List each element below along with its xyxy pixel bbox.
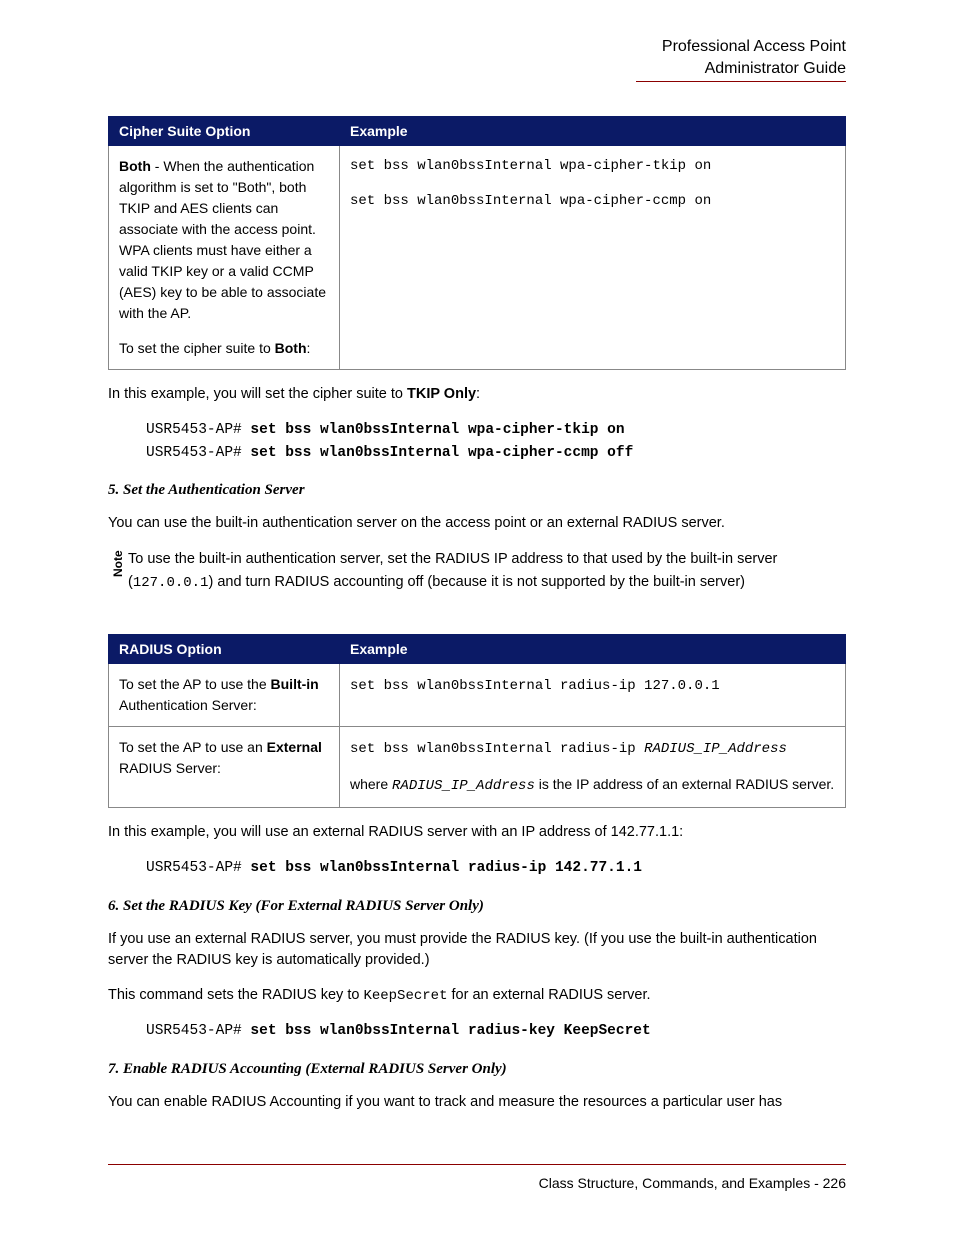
t2r2-bold: External bbox=[267, 739, 322, 755]
para-radius-key: If you use an external RADIUS server, yo… bbox=[108, 929, 846, 971]
t2r2-code-pre: set bss wlan0bssInternal radius-ip bbox=[350, 741, 644, 757]
t2r2-note-post: is the IP address of an external RADIUS … bbox=[535, 776, 834, 792]
cipher-set-bold: Both bbox=[275, 340, 307, 356]
cb3-prompt: USR5453-AP# bbox=[146, 1023, 250, 1039]
heading-5: 5. Set the Authentication Server bbox=[108, 482, 846, 499]
heading-6: 6. Set the RADIUS Key (For External RADI… bbox=[108, 898, 846, 915]
heading-7: 7. Enable RADIUS Accounting (External RA… bbox=[108, 1061, 846, 1078]
note-block: Note To use the built-in authentication … bbox=[108, 548, 846, 594]
table1-cell-desc: Both - When the authentication algorithm… bbox=[109, 146, 340, 370]
cipher-set-pre: To set the cipher suite to bbox=[119, 340, 275, 356]
cipher-both-bold: Both bbox=[119, 158, 151, 174]
cipher-both-desc: - When the authentication algorithm is s… bbox=[119, 158, 326, 321]
cb3-cmd: set bss wlan0bssInternal radius-key Keep… bbox=[250, 1023, 650, 1039]
radius-option-table: RADIUS Option Example To set the AP to u… bbox=[108, 634, 846, 808]
para-radius-accounting: You can enable RADIUS Accounting if you … bbox=[108, 1092, 846, 1113]
page-footer: Class Structure, Commands, and Examples … bbox=[108, 1164, 846, 1191]
table1-header-example: Example bbox=[340, 117, 846, 146]
table2-header-option: RADIUS Option bbox=[109, 635, 340, 664]
t2r1-pre: To set the AP to use the bbox=[119, 676, 271, 692]
para-external-radius: In this example, you will use an externa… bbox=[108, 822, 846, 843]
table1-cell-example: set bss wlan0bssInternal wpa-cipher-tkip… bbox=[340, 146, 846, 370]
cb2-prompt: USR5453-AP# bbox=[146, 860, 250, 876]
footer-rule bbox=[108, 1164, 846, 1165]
para5-mono: KeepSecret bbox=[363, 988, 447, 1004]
cb2-cmd: set bss wlan0bssInternal radius-ip 142.7… bbox=[250, 860, 642, 876]
header-rule bbox=[636, 81, 846, 82]
table2-row2-desc: To set the AP to use an External RADIUS … bbox=[109, 727, 340, 808]
codeblock-tkip: USR5453-AP# set bss wlan0bssInternal wpa… bbox=[146, 419, 846, 464]
note-ip: 127.0.0.1 bbox=[133, 575, 209, 591]
table2-row1-desc: To set the AP to use the Built-in Authen… bbox=[109, 664, 340, 727]
table2-header-example: Example bbox=[340, 635, 846, 664]
para-keepsecret: This command sets the RADIUS key to Keep… bbox=[108, 985, 846, 1006]
t2r1-bold: Built-in bbox=[271, 676, 319, 692]
table2-row2-example: set bss wlan0bssInternal radius-ip RADIU… bbox=[340, 727, 846, 808]
codeblock-radius-ip: USR5453-AP# set bss wlan0bssInternal rad… bbox=[146, 857, 846, 879]
note-line2: ) and turn RADIUS accounting off (becaus… bbox=[208, 574, 745, 590]
t2r2-post: RADIUS Server: bbox=[119, 760, 221, 776]
cipher-code2: set bss wlan0bssInternal wpa-cipher-ccmp… bbox=[350, 191, 835, 212]
t2r1-post: Authentication Server: bbox=[119, 697, 257, 713]
para1-bold: TKIP Only bbox=[407, 386, 476, 402]
table1-header-option: Cipher Suite Option bbox=[109, 117, 340, 146]
cipher-suite-table: Cipher Suite Option Example Both - When … bbox=[108, 116, 846, 370]
para5-pre: This command sets the RADIUS key to bbox=[108, 987, 363, 1003]
cb1-cmd2: set bss wlan0bssInternal wpa-cipher-ccmp… bbox=[250, 445, 633, 461]
note-label: Note bbox=[111, 557, 125, 577]
page-header: Professional Access Point Administrator … bbox=[108, 36, 846, 86]
t2r2-note-var: RADIUS_IP_Address bbox=[392, 778, 535, 794]
header-line1: Professional Access Point bbox=[108, 36, 846, 58]
footer-text: Class Structure, Commands, and Examples … bbox=[108, 1175, 846, 1191]
table2-row1-example: set bss wlan0bssInternal radius-ip 127.0… bbox=[340, 664, 846, 727]
para-tkip-only: In this example, you will set the cipher… bbox=[108, 384, 846, 405]
para5-post: for an external RADIUS server. bbox=[447, 987, 650, 1003]
para-auth-server: You can use the built-in authentication … bbox=[108, 513, 846, 534]
codeblock-radius-key: USR5453-AP# set bss wlan0bssInternal rad… bbox=[146, 1020, 846, 1042]
para1-post: : bbox=[476, 386, 480, 402]
cb1-cmd1: set bss wlan0bssInternal wpa-cipher-tkip… bbox=[250, 422, 624, 438]
t2r1-code: set bss wlan0bssInternal radius-ip 127.0… bbox=[350, 678, 720, 694]
cipher-code1: set bss wlan0bssInternal wpa-cipher-tkip… bbox=[350, 156, 835, 177]
cipher-set-post: : bbox=[307, 340, 311, 356]
t2r2-note-pre: where bbox=[350, 776, 392, 792]
para1-pre: In this example, you will set the cipher… bbox=[108, 386, 407, 402]
cb1-prompt2: USR5453-AP# bbox=[146, 445, 250, 461]
cb1-prompt1: USR5453-AP# bbox=[146, 422, 250, 438]
note-body: To use the built-in authentication serve… bbox=[128, 548, 846, 594]
t2r2-pre: To set the AP to use an bbox=[119, 739, 267, 755]
t2r2-code-var: RADIUS_IP_Address bbox=[644, 741, 787, 757]
header-line2: Administrator Guide bbox=[108, 58, 846, 80]
